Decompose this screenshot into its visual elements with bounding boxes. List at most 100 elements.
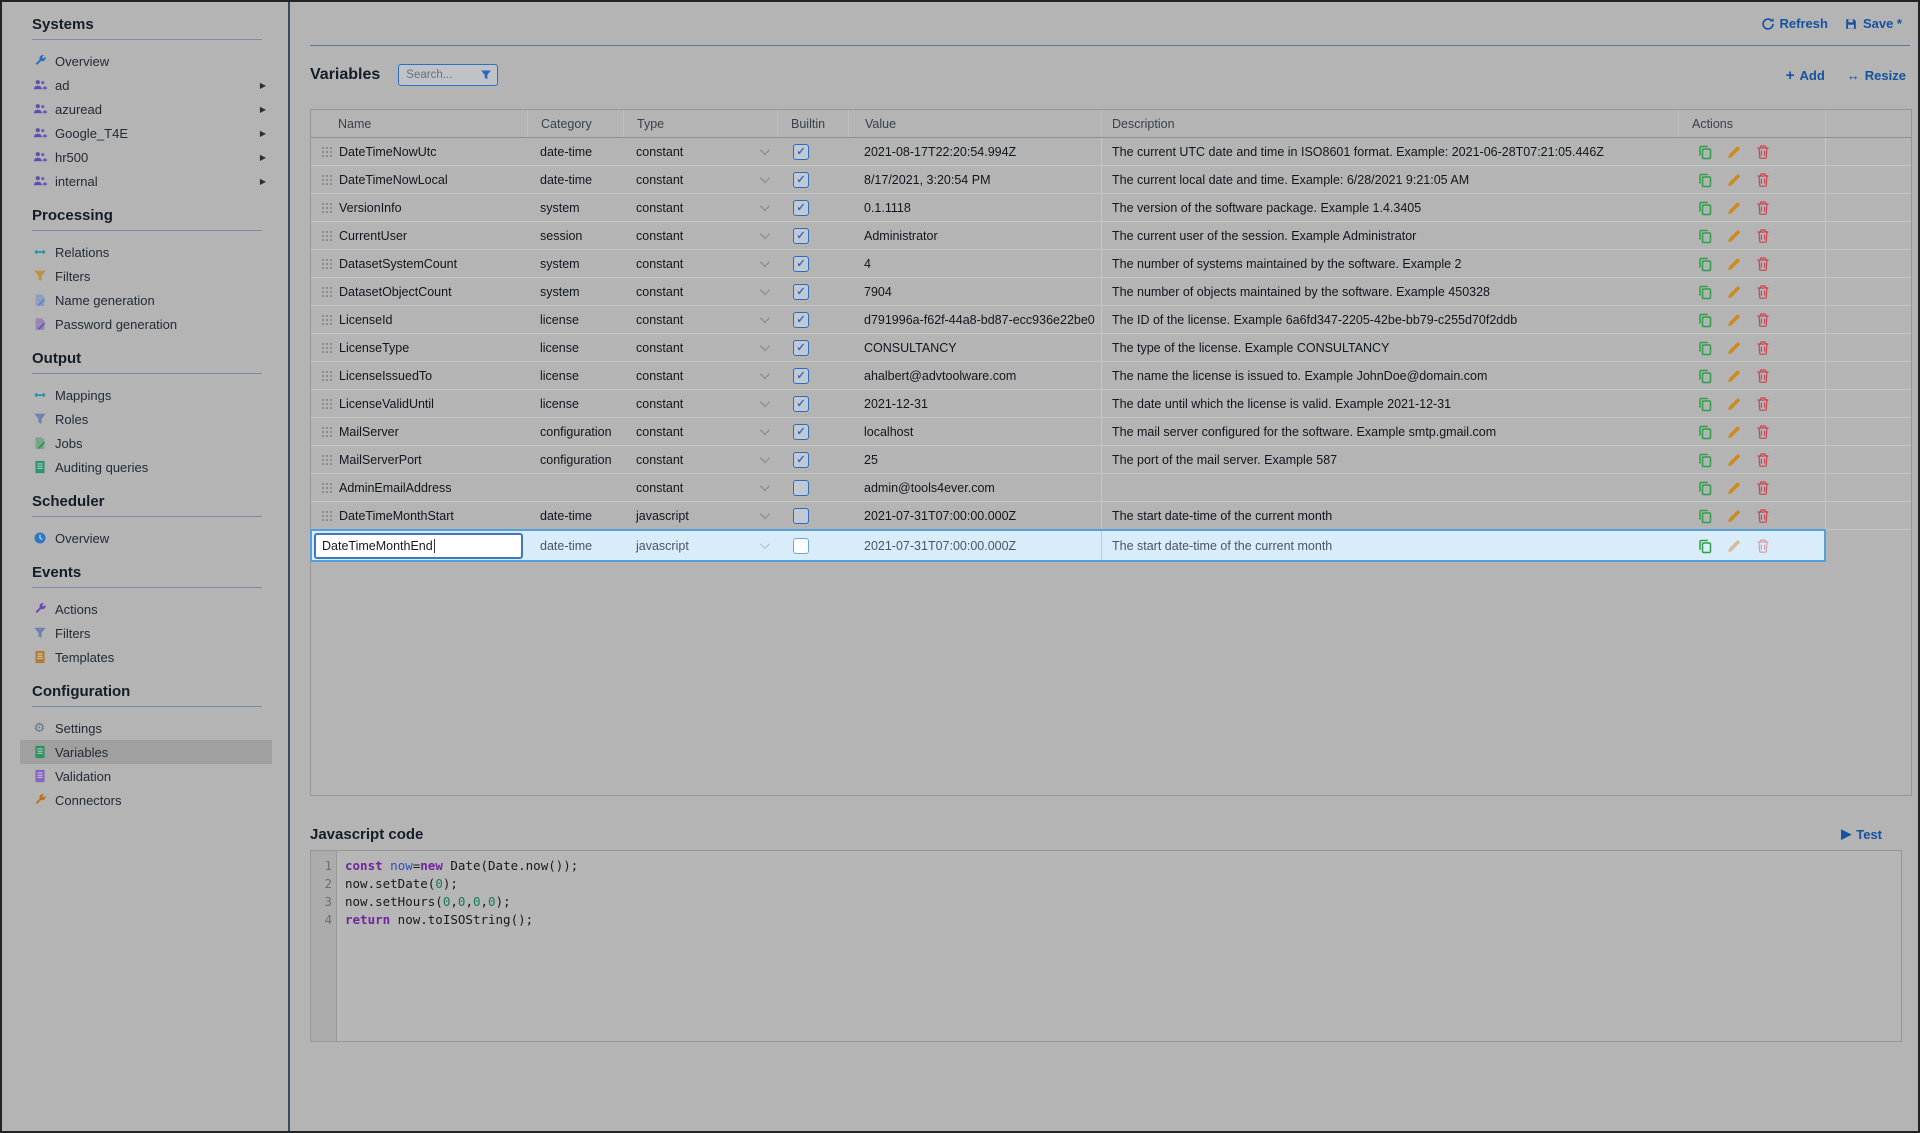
delete-icon[interactable]	[1755, 284, 1771, 300]
sidebar-item-connectors[interactable]: Connectors	[32, 788, 272, 812]
add-button[interactable]: +Add	[1786, 67, 1825, 84]
builtin-checkbox[interactable]: ✓	[793, 368, 809, 384]
chevron-down-icon[interactable]	[760, 229, 770, 239]
drag-handle-icon[interactable]	[321, 482, 333, 494]
sidebar-item-roles[interactable]: Roles	[32, 407, 272, 431]
delete-icon[interactable]	[1755, 228, 1771, 244]
builtin-checkbox[interactable]	[793, 508, 809, 524]
code-editor[interactable]: 1234 const now=new Date(Date.now());now.…	[310, 850, 1902, 1042]
copy-icon[interactable]	[1697, 172, 1713, 188]
copy-icon[interactable]	[1697, 368, 1713, 384]
copy-icon[interactable]	[1697, 480, 1713, 496]
copy-icon[interactable]	[1697, 284, 1713, 300]
edit-icon[interactable]	[1726, 368, 1742, 384]
sidebar-item-azuread[interactable]: azuread▶	[32, 97, 272, 121]
type-cell[interactable]: constant	[623, 362, 777, 389]
type-cell[interactable]: constant	[623, 474, 777, 501]
chevron-down-icon[interactable]	[760, 285, 770, 295]
copy-icon[interactable]	[1697, 424, 1713, 440]
column-header-type[interactable]: Type	[623, 110, 777, 137]
drag-handle-icon[interactable]	[321, 426, 333, 438]
test-button[interactable]: ▶Test	[1841, 826, 1882, 842]
save-button[interactable]: Save *	[1844, 16, 1902, 31]
copy-icon[interactable]	[1697, 200, 1713, 216]
sidebar-item-templates[interactable]: Templates	[32, 645, 272, 669]
chevron-down-icon[interactable]	[760, 145, 770, 155]
column-header-builtin[interactable]: Builtin	[777, 110, 848, 137]
copy-icon[interactable]	[1697, 452, 1713, 468]
chevron-down-icon[interactable]	[760, 481, 770, 491]
edit-icon[interactable]	[1726, 508, 1742, 524]
edit-icon[interactable]	[1726, 256, 1742, 272]
copy-icon[interactable]	[1697, 340, 1713, 356]
copy-icon[interactable]	[1697, 144, 1713, 160]
chevron-down-icon[interactable]	[760, 425, 770, 435]
edit-icon[interactable]	[1726, 172, 1742, 188]
variable-name-input[interactable]: DateTimeMonthEnd	[314, 533, 523, 559]
delete-icon[interactable]	[1755, 172, 1771, 188]
delete-icon[interactable]	[1755, 256, 1771, 272]
drag-handle-icon[interactable]	[321, 146, 333, 158]
delete-icon[interactable]	[1755, 312, 1771, 328]
edit-icon[interactable]	[1726, 284, 1742, 300]
sidebar-item-filters[interactable]: Filters	[32, 264, 272, 288]
builtin-checkbox[interactable]: ✓	[793, 452, 809, 468]
edit-icon[interactable]	[1726, 144, 1742, 160]
drag-handle-icon[interactable]	[321, 258, 333, 270]
drag-handle-icon[interactable]	[321, 230, 333, 242]
copy-icon[interactable]	[1697, 256, 1713, 272]
chevron-down-icon[interactable]	[760, 313, 770, 323]
edit-icon[interactable]	[1726, 228, 1742, 244]
drag-handle-icon[interactable]	[321, 510, 333, 522]
delete-icon[interactable]	[1755, 144, 1771, 160]
chevron-down-icon[interactable]	[760, 201, 770, 211]
type-cell[interactable]: constant	[623, 222, 777, 249]
builtin-checkbox[interactable]	[793, 538, 809, 554]
copy-icon[interactable]	[1697, 396, 1713, 412]
search-input[interactable]: Search...	[398, 64, 498, 86]
chevron-down-icon[interactable]	[760, 257, 770, 267]
editing-type-cell[interactable]: javascript	[623, 530, 777, 561]
column-header-category[interactable]: Category	[527, 110, 623, 137]
chevron-down-icon[interactable]	[760, 173, 770, 183]
type-cell[interactable]: constant	[623, 138, 777, 165]
delete-icon[interactable]	[1755, 480, 1771, 496]
resize-button[interactable]: ↔Resize	[1847, 67, 1906, 84]
type-cell[interactable]: constant	[623, 250, 777, 277]
builtin-checkbox[interactable]: ✓	[793, 424, 809, 440]
edit-icon[interactable]	[1726, 312, 1742, 328]
sidebar-item-overview[interactable]: Overview	[32, 526, 272, 550]
builtin-checkbox[interactable]	[793, 480, 809, 496]
sidebar-item-jobs[interactable]: Jobs	[32, 431, 272, 455]
sidebar-item-internal[interactable]: internal▶	[32, 169, 272, 193]
edit-icon[interactable]	[1726, 200, 1742, 216]
sidebar-item-hr500[interactable]: hr500▶	[32, 145, 272, 169]
sidebar-item-validation[interactable]: Validation	[32, 764, 272, 788]
delete-icon[interactable]	[1755, 368, 1771, 384]
drag-handle-icon[interactable]	[321, 370, 333, 382]
type-cell[interactable]: constant	[623, 278, 777, 305]
builtin-checkbox[interactable]: ✓	[793, 144, 809, 160]
chevron-down-icon[interactable]	[760, 539, 770, 549]
chevron-down-icon[interactable]	[760, 369, 770, 379]
delete-icon[interactable]	[1755, 396, 1771, 412]
drag-handle-icon[interactable]	[321, 174, 333, 186]
edit-icon[interactable]	[1726, 396, 1742, 412]
sidebar-item-name-generation[interactable]: Name generation	[32, 288, 272, 312]
type-cell[interactable]: constant	[623, 166, 777, 193]
delete-icon[interactable]	[1755, 340, 1771, 356]
builtin-checkbox[interactable]: ✓	[793, 312, 809, 328]
sidebar-item-overview[interactable]: Overview	[32, 49, 272, 73]
sidebar-item-ad[interactable]: ad▶	[32, 73, 272, 97]
drag-handle-icon[interactable]	[321, 454, 333, 466]
copy-icon[interactable]	[1697, 312, 1713, 328]
column-header-description[interactable]: Description	[1101, 110, 1678, 137]
sidebar-item-settings[interactable]: ⚙Settings	[32, 716, 272, 740]
delete-icon[interactable]	[1755, 200, 1771, 216]
chevron-down-icon[interactable]	[760, 509, 770, 519]
edit-icon[interactable]	[1726, 452, 1742, 468]
copy-icon[interactable]	[1697, 508, 1713, 524]
chevron-down-icon[interactable]	[760, 341, 770, 351]
sidebar-item-mappings[interactable]: Mappings	[32, 383, 272, 407]
delete-icon[interactable]	[1755, 508, 1771, 524]
